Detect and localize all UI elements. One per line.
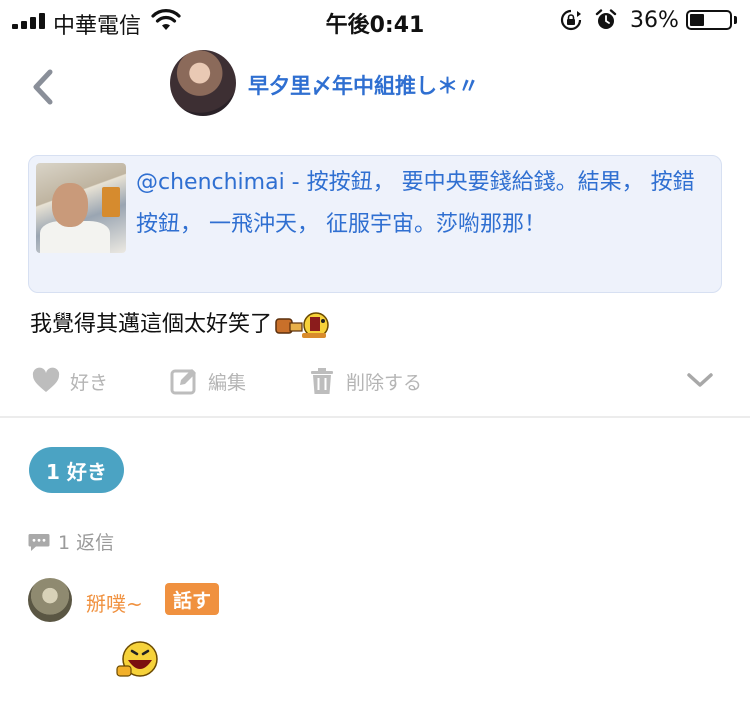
like-count-pill[interactable]: 1 好き [29, 447, 124, 493]
rocket-emoticon-icon [275, 312, 329, 338]
reply-count-label: 1 返信 [58, 532, 115, 554]
chevron-down-icon[interactable] [686, 368, 714, 392]
quoted-post-text[interactable]: @chenchimai - 按按鈕， 要中央要錢給錢。結果， 按錯按鈕， 一飛沖… [136, 162, 716, 246]
battery-tip [734, 16, 737, 24]
delete-label: 削除する [346, 371, 423, 394]
heart-icon [32, 367, 60, 392]
laughing-emoticon-icon [116, 641, 158, 677]
rotation-lock-icon [560, 9, 582, 31]
edit-button[interactable]: 編集 [170, 366, 246, 396]
chevron-left-icon[interactable] [30, 68, 54, 106]
like-button[interactable]: 好き [32, 366, 108, 396]
reply-avatar[interactable] [28, 578, 72, 622]
like-label: 好き [70, 371, 109, 394]
reply-author-name[interactable]: 掰噗~ [86, 588, 143, 617]
battery-fill [690, 14, 704, 26]
battery-percent: 36% [630, 8, 679, 33]
post-body: 我覺得其邁這個太好笑了 [30, 306, 330, 341]
quoted-post-thumbnail[interactable] [36, 163, 126, 253]
post-text: 我覺得其邁這個太好笑了 [30, 312, 273, 337]
delete-button[interactable]: 削除する [308, 366, 422, 396]
speech-bubble-icon [28, 533, 50, 551]
edit-label: 編集 [208, 371, 247, 394]
divider [0, 416, 750, 418]
battery-icon [686, 10, 732, 30]
edit-icon [170, 369, 196, 395]
reply-count: 1 返信 [28, 528, 114, 555]
author-avatar[interactable] [170, 50, 236, 116]
status-bar: 中華電信 午後0:41 36% [0, 0, 750, 42]
alarm-icon [595, 9, 617, 29]
reply-verb-badge: 話す [165, 583, 220, 615]
author-name[interactable]: 早夕里〆年中組推し＊〃 [248, 70, 479, 100]
trash-icon [311, 368, 333, 394]
